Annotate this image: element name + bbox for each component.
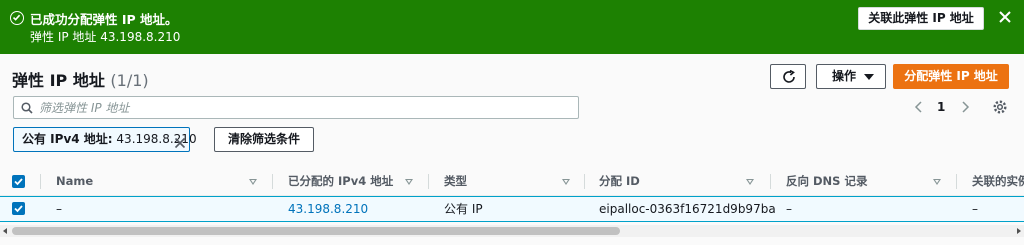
column-divider	[770, 174, 771, 189]
sort-icon[interactable]	[933, 179, 941, 185]
close-icon[interactable]	[997, 8, 1013, 26]
sort-icon[interactable]	[405, 179, 413, 185]
sort-icon[interactable]	[249, 179, 257, 185]
column-header-allocation-id[interactable]: 分配 ID	[599, 167, 640, 196]
gear-icon[interactable]	[992, 99, 1008, 115]
horizontal-scrollbar[interactable]	[0, 225, 1024, 237]
page-number[interactable]: 1	[937, 100, 945, 114]
row-checkbox[interactable]	[12, 202, 25, 215]
eip-panel: 弹性 IP 地址 (1/1) 操作 分配弹性 IP 地址 1 公有 IPv4 地…	[0, 54, 1024, 245]
column-divider	[40, 174, 41, 189]
column-header-name[interactable]: Name	[56, 167, 93, 196]
column-header-instance[interactable]: 关联的实例	[972, 167, 1024, 196]
page-title-text: 弹性 IP 地址	[12, 71, 105, 90]
associate-eip-button[interactable]: 关联此弹性 IP 地址	[858, 7, 984, 30]
success-flash-banner: 已成功分配弹性 IP 地址。 弹性 IP 地址 43.198.8.210 关联此…	[0, 0, 1024, 54]
actions-dropdown[interactable]: 操作	[816, 64, 886, 89]
cell-allocation-id: eipalloc-0363f16721d9b97ba	[599, 202, 776, 216]
select-all-checkbox[interactable]	[12, 175, 25, 188]
cell-type: 公有 IP	[444, 202, 483, 216]
cell-reverse-dns: –	[786, 202, 792, 216]
table-header: Name 已分配的 IPv4 地址 类型 分配 ID 反向 DNS 记录 关联的…	[0, 167, 1024, 196]
selection-count: (1/1)	[110, 71, 149, 90]
column-header-type[interactable]: 类型	[444, 167, 467, 196]
scrollbar-thumb[interactable]	[12, 227, 620, 235]
chevron-right-icon[interactable]	[959, 100, 971, 114]
close-icon[interactable]	[174, 134, 186, 149]
refresh-button[interactable]	[770, 64, 806, 89]
chevron-left-icon[interactable]	[913, 100, 925, 114]
refresh-icon	[783, 70, 795, 83]
column-divider	[272, 174, 273, 189]
flash-title: 已成功分配弹性 IP 地址。	[30, 12, 178, 27]
sort-icon[interactable]	[746, 179, 754, 185]
cell-ipv4-link[interactable]: 43.198.8.210	[288, 197, 368, 221]
column-header-ipv4[interactable]: 已分配的 IPv4 地址	[288, 167, 393, 196]
column-divider	[428, 174, 429, 189]
search-icon	[21, 102, 33, 114]
clear-filters-button[interactable]: 清除筛选条件	[214, 127, 314, 152]
cell-instance: –	[972, 202, 978, 216]
page-title: 弹性 IP 地址 (1/1)	[12, 67, 149, 91]
column-divider	[584, 174, 585, 189]
caret-down-icon	[864, 74, 874, 80]
search-box[interactable]	[13, 96, 579, 119]
check-circle-icon	[10, 11, 24, 25]
filter-token-key: 公有 IPv4 地址:	[22, 132, 113, 146]
table-row[interactable]: – 43.198.8.210 公有 IP eipalloc-0363f16721…	[0, 196, 1024, 222]
cell-name: –	[56, 202, 62, 216]
flash-message: 弹性 IP 地址 43.198.8.210	[30, 30, 181, 44]
sort-icon[interactable]	[562, 179, 570, 185]
actions-label: 操作	[831, 69, 856, 83]
eip-table: Name 已分配的 IPv4 地址 类型 分配 ID 反向 DNS 记录 关联的…	[0, 167, 1024, 245]
allocate-eip-button[interactable]: 分配弹性 IP 地址	[893, 64, 1009, 89]
column-divider	[956, 174, 957, 189]
search-input[interactable]	[39, 99, 569, 116]
scroll-right-icon[interactable]	[1017, 228, 1021, 234]
column-header-reverse-dns[interactable]: 反向 DNS 记录	[786, 167, 867, 196]
scroll-left-icon[interactable]	[3, 228, 7, 234]
filter-token: 公有 IPv4 地址: 43.198.8.210	[13, 127, 197, 152]
